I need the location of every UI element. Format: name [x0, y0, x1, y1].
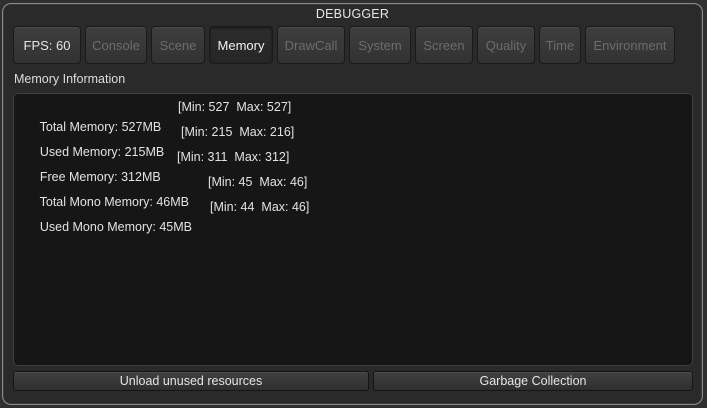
memory-row-free: Free Memory: 312MB [Min: 311 Max: 312]: [19, 147, 289, 184]
tab-screen[interactable]: Screen: [415, 26, 473, 64]
unload-unused-resources-button[interactable]: Unload unused resources: [13, 371, 369, 391]
memory-info-panel: Total Memory: 527MB [Min: 527 Max: 527] …: [13, 93, 693, 366]
memory-row-stats: [Min: 44 Max: 46]: [210, 200, 310, 214]
memory-row-stats: [Min: 311 Max: 312]: [177, 150, 290, 164]
tab-drawcall[interactable]: DrawCall: [277, 26, 345, 64]
tab-quality[interactable]: Quality: [477, 26, 535, 64]
tab-time[interactable]: Time: [539, 26, 581, 64]
tab-bar: FPS: 60 Console Scene Memory DrawCall Sy…: [13, 26, 675, 64]
memory-row-used: Used Memory: 215MB [Min: 215 Max: 216]: [19, 122, 294, 159]
tab-console[interactable]: Console: [85, 26, 147, 64]
window-title: DEBUGGER: [315, 7, 390, 21]
tab-system[interactable]: System: [349, 26, 411, 64]
debugger-window: DEBUGGER FPS: 60 Console Scene Memory Dr…: [2, 3, 703, 405]
memory-row-label: Used Mono Memory: 45MB: [39, 220, 192, 234]
memory-row-stats: [Min: 215 Max: 216]: [181, 125, 295, 139]
garbage-collection-button[interactable]: Garbage Collection: [373, 371, 693, 391]
memory-row-stats: [Min: 527 Max: 527]: [178, 100, 292, 114]
memory-row-total: Total Memory: 527MB [Min: 527 Max: 527]: [19, 97, 292, 134]
section-label: Memory Information: [14, 72, 126, 86]
memory-row-total-mono: Total Mono Memory: 46MB [Min: 45 Max: 46…: [19, 172, 308, 209]
memory-row-stats: [Min: 45 Max: 46]: [208, 175, 308, 189]
tab-scene[interactable]: Scene: [151, 26, 205, 64]
tab-memory[interactable]: Memory: [209, 26, 273, 64]
tab-environment[interactable]: Environment: [585, 26, 675, 64]
memory-row-used-mono: Used Mono Memory: 45MB [Min: 44 Max: 46]: [19, 197, 310, 234]
tab-fps[interactable]: FPS: 60: [13, 26, 81, 64]
